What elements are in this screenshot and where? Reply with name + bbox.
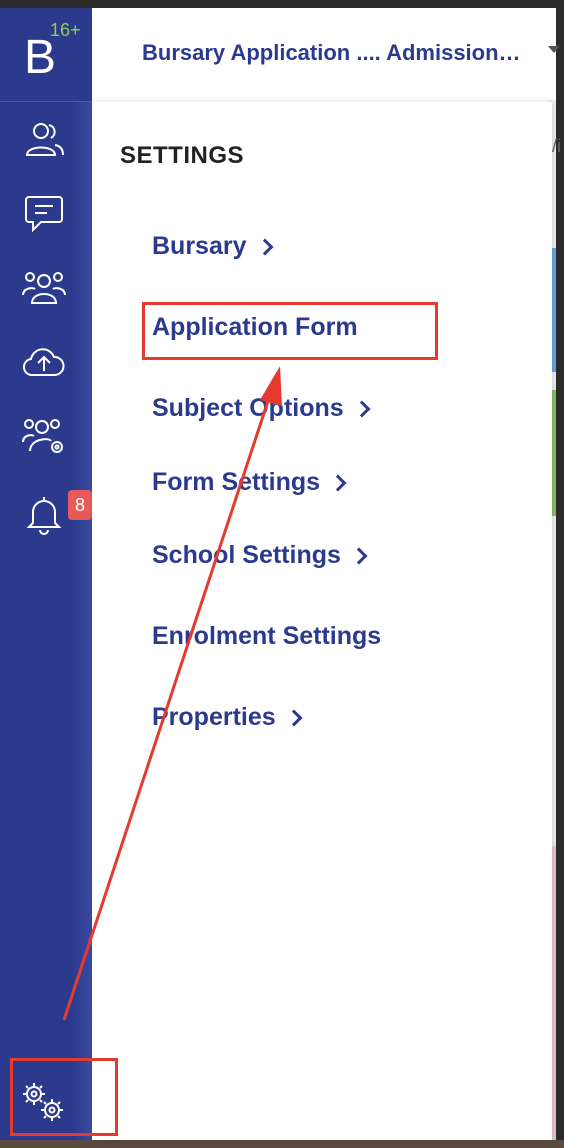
window-top-edge <box>0 0 564 8</box>
panel-title: SETTINGS <box>120 142 245 169</box>
annotation-highlight-application-form <box>142 302 438 360</box>
header-dropdown-caret[interactable] <box>548 46 560 53</box>
cloud-upload-icon[interactable] <box>20 340 68 384</box>
window-right-edge <box>556 8 564 1148</box>
brand-badge: 16+ <box>50 20 81 40</box>
menu-item-label: Bursary <box>152 232 247 260</box>
chat-icon[interactable] <box>20 192 68 236</box>
menu-item-form-settings[interactable]: Form Settings <box>152 468 347 497</box>
chevron-right-icon <box>256 238 273 255</box>
menu-item-subject-options[interactable]: Subject Options <box>152 394 371 423</box>
notification-badge: 8 <box>68 490 92 520</box>
menu-item-label: Subject Options <box>152 394 344 422</box>
menu-item-bursary[interactable]: Bursary <box>152 232 273 261</box>
group-icon[interactable] <box>20 266 68 310</box>
header-title[interactable]: Bursary Application .... Admission… <box>142 40 554 66</box>
menu-item-label: Properties <box>152 703 276 731</box>
users-icon[interactable] <box>20 118 68 162</box>
menu-item-label: Form Settings <box>152 468 321 496</box>
background-card-pink <box>552 846 556 1140</box>
background-peek-text: /i <box>552 136 561 156</box>
chevron-right-icon <box>353 400 371 417</box>
sidebar: B 16+ 8 <box>0 8 92 1140</box>
brand-letter: B <box>24 31 57 84</box>
menu-item-enrolment-settings[interactable]: Enrolment Settings <box>152 622 381 651</box>
group-settings-icon[interactable] <box>20 414 68 458</box>
chevron-right-icon <box>285 709 303 726</box>
menu-item-properties[interactable]: Properties <box>152 703 303 732</box>
chevron-right-icon <box>350 547 368 564</box>
header-bar: Bursary Application .... Admission… <box>92 8 560 100</box>
background-card-green <box>552 390 556 516</box>
brand-logo[interactable]: B 16+ <box>0 8 92 102</box>
background-card-blue <box>552 248 556 372</box>
window-bottom-edge <box>0 1140 564 1148</box>
menu-item-label: School Settings <box>152 541 341 569</box>
bell-icon[interactable] <box>20 492 68 536</box>
chevron-right-icon <box>329 474 347 491</box>
menu-item-label: Enrolment Settings <box>152 622 382 650</box>
annotation-highlight-settings-icon <box>10 1058 118 1136</box>
menu-item-school-settings[interactable]: School Settings <box>152 541 368 570</box>
settings-panel: SETTINGS Bursary Application Form Subjec… <box>92 102 552 1140</box>
